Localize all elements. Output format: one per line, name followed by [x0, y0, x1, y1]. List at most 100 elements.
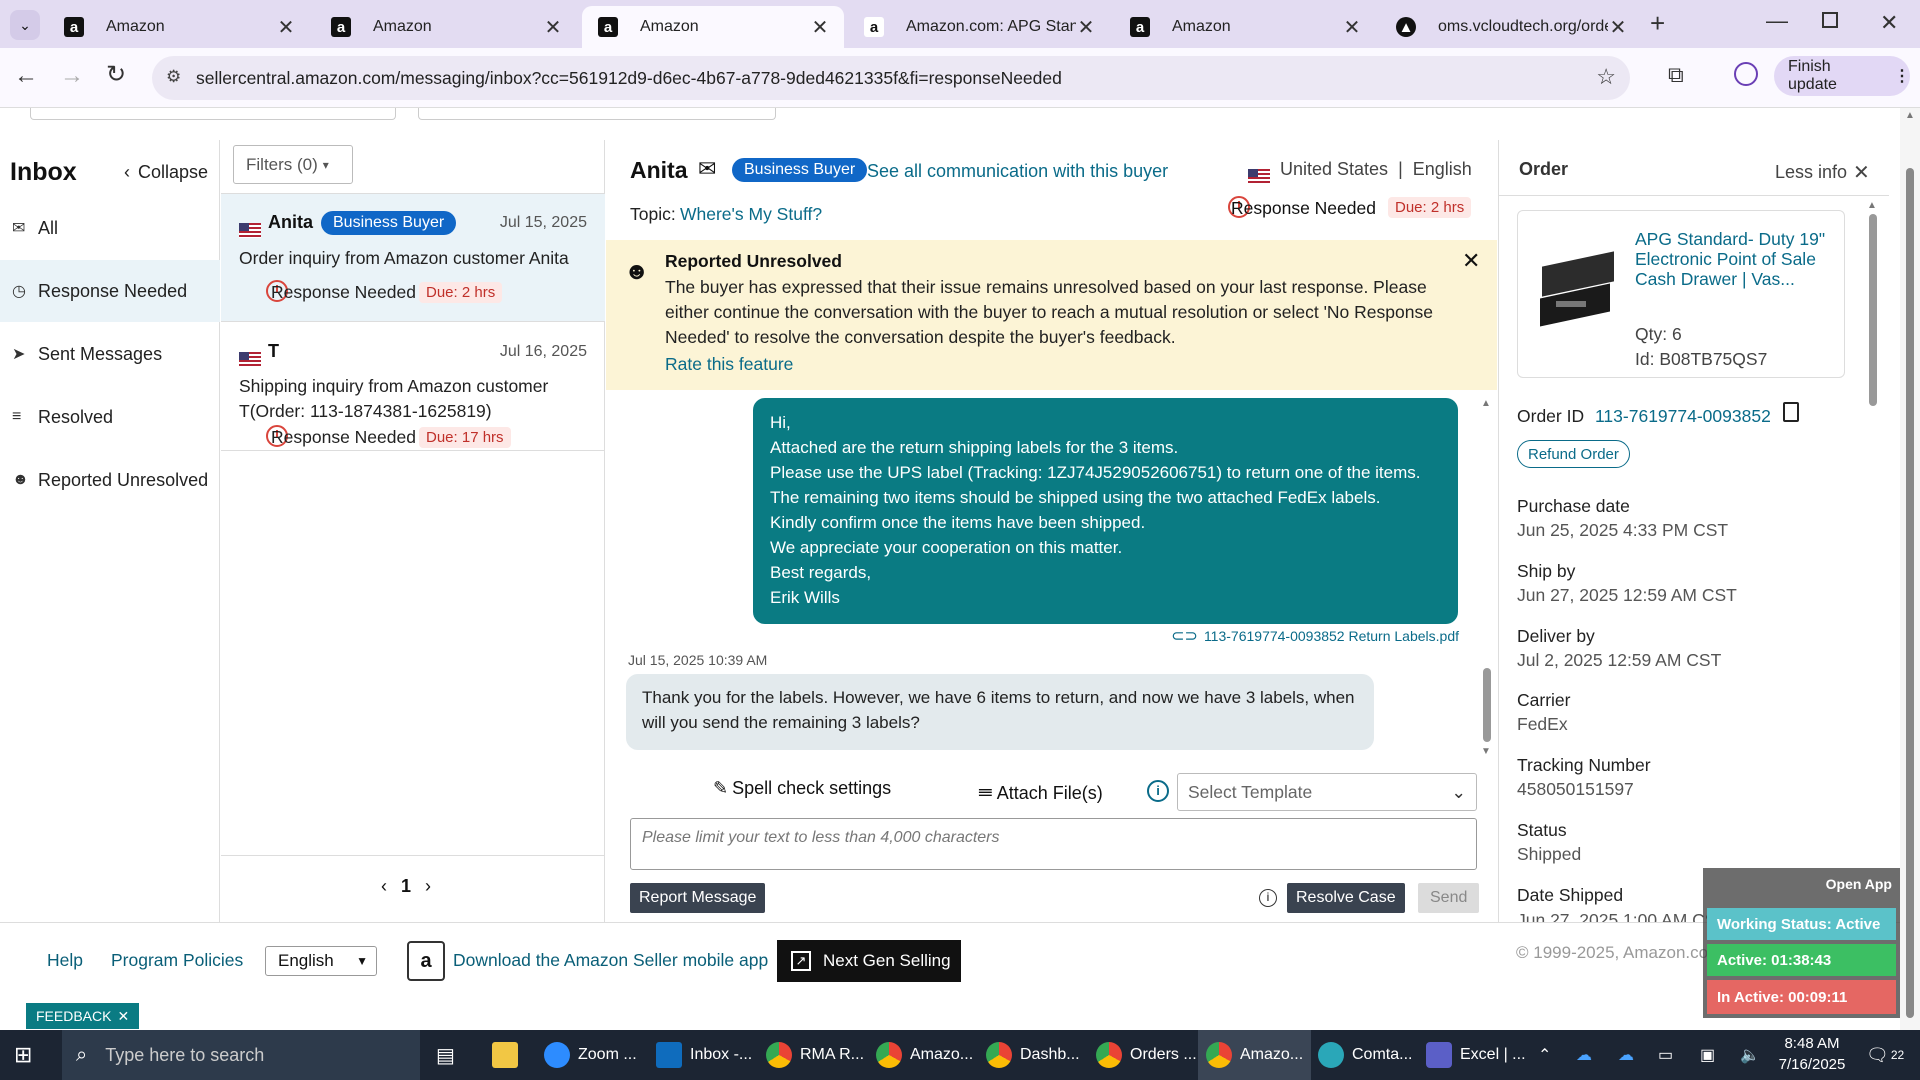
close-icon[interactable]: ✕	[1608, 15, 1628, 40]
scrollbar-thumb[interactable]	[1483, 668, 1491, 742]
taskbar-app[interactable]: Comta...	[1318, 1030, 1412, 1080]
browser-tab-active[interactable]: a Amazon ✕	[582, 6, 844, 48]
browser-tab[interactable]: a Amazon ✕	[1114, 6, 1376, 48]
tracking-number-label: Tracking Number	[1517, 755, 1651, 775]
sidebar-item-resolved[interactable]: ≡ Resolved	[0, 386, 220, 448]
program-policies-link[interactable]: Program Policies	[111, 950, 243, 971]
filters-button[interactable]: Filters (0) ▾	[233, 145, 353, 184]
browser-tab[interactable]: a Amazon.com: APG Standar ✕	[848, 6, 1110, 48]
feedback-button[interactable]: FEEDBACK ✕	[26, 1003, 140, 1029]
browser-tab[interactable]: ▲ oms.vcloudtech.org/order ✕	[1380, 6, 1642, 48]
sidebar-item-response-needed[interactable]: ◷ Response Needed	[0, 260, 220, 322]
taskbar-app[interactable]: Dashb...	[986, 1030, 1080, 1080]
sidebar-item-all[interactable]: ✉ All	[0, 197, 220, 259]
taskbar-app[interactable]: Orders ...	[1096, 1030, 1197, 1080]
resolve-case-button[interactable]: Resolve Case	[1287, 883, 1405, 913]
back-button[interactable]: ←	[14, 62, 38, 90]
download-app-link[interactable]: Download the Amazon Seller mobile app	[453, 950, 768, 971]
prev-page-button[interactable]: ‹	[381, 876, 387, 897]
order-header: Order	[1519, 159, 1569, 179]
forward-button[interactable]: →	[60, 62, 84, 90]
topic-link[interactable]: Where's My Stuff?	[680, 204, 822, 225]
mail-icon[interactable]: ✉	[698, 156, 716, 182]
next-gen-selling-button[interactable]: ↗ Next Gen Selling	[777, 940, 961, 982]
conversation-list: Filters (0) ▾ Anita Business Buyer Jul 15…	[221, 140, 605, 922]
network-icon[interactable]: ▣	[1700, 1030, 1715, 1080]
taskbar-app[interactable]: Amazo...	[876, 1030, 973, 1080]
attachment-link[interactable]: ⊂⊃ 113-7619774-0093852 Return Labels.pdf	[1171, 626, 1459, 646]
new-tab-button[interactable]: +	[1650, 8, 1665, 39]
scrollbar-thumb[interactable]	[1906, 168, 1914, 1018]
help-link[interactable]: Help	[47, 950, 83, 971]
info-icon[interactable]: i	[1147, 780, 1169, 802]
taskbar-app[interactable]: RMA R...	[766, 1030, 864, 1080]
rate-feature-link[interactable]: Rate this feature	[665, 354, 793, 375]
message-scrollbar[interactable]: ▲ ▼	[1481, 398, 1493, 758]
windows-start-icon[interactable]: ⊞	[14, 1030, 46, 1080]
taskbar-app[interactable]: Excel | ...	[1426, 1030, 1526, 1080]
open-app-button[interactable]: Open App	[1826, 876, 1892, 892]
info-icon[interactable]: i	[1259, 889, 1277, 907]
close-icon[interactable]: ✕	[276, 15, 296, 40]
restore-button[interactable]	[1822, 12, 1838, 28]
reload-button[interactable]: ↻	[106, 60, 126, 89]
send-button[interactable]: Send	[1418, 883, 1480, 913]
select-template-dropdown[interactable]: Select Template ⌄	[1177, 773, 1477, 811]
taskbar-search[interactable]: ⌕ Type here to search	[62, 1030, 420, 1080]
profile-icon[interactable]	[1734, 62, 1758, 86]
seller-app-icon[interactable]: a	[407, 941, 445, 981]
close-icon[interactable]: ✕	[1342, 15, 1362, 40]
volume-icon[interactable]: 🔈	[1740, 1030, 1760, 1080]
attach-files-button[interactable]: 𝍢 Attach File(s)	[978, 778, 1103, 808]
close-icon: ✕	[1853, 162, 1870, 184]
spell-check-button[interactable]: ✎ Spell check settings	[713, 778, 891, 799]
onedrive-icon[interactable]: ☁	[1576, 1030, 1592, 1080]
onedrive-icon[interactable]: ☁	[1618, 1030, 1634, 1080]
taskbar-clock[interactable]: 8:48 AM 7/16/2025	[1776, 1033, 1848, 1075]
taskbar-app[interactable]: Zoom ...	[544, 1030, 637, 1080]
sidebar-item-reported-unresolved[interactable]: ☻ Reported Unresolved	[0, 449, 220, 511]
extensions-icon[interactable]: ⧉	[1668, 62, 1684, 88]
site-info-icon[interactable]: ⚙	[166, 67, 181, 87]
page-scrollbar[interactable]: ▲	[1900, 108, 1920, 1030]
product-title-link[interactable]: APG Standard- Duty 19" Electronic Point …	[1635, 229, 1835, 289]
see-all-communication-link[interactable]: See all communication with this buyer	[867, 161, 1168, 182]
spell-check-label: Spell check settings	[732, 778, 892, 798]
close-icon[interactable]: ✕	[810, 15, 830, 40]
battery-icon[interactable]: ▭	[1658, 1030, 1673, 1080]
finish-update-button[interactable]: Finish update ⋮	[1774, 56, 1910, 96]
tab-search-icon[interactable]: ⌄	[10, 10, 40, 40]
browser-tab[interactable]: a Amazon ✕	[48, 6, 310, 48]
banner-body: The buyer has expressed that their issue…	[665, 277, 1433, 347]
message-input[interactable]: Please limit your text to less than 4,00…	[630, 818, 1477, 870]
taskbar-app[interactable]: Inbox -...	[656, 1030, 752, 1080]
url-field[interactable]: ⚙ sellercentral.amazon.com/messaging/inb…	[152, 56, 1630, 100]
refund-order-button[interactable]: Refund Order	[1517, 440, 1630, 468]
window-close-button[interactable]: ✕	[1880, 10, 1898, 36]
chevron-up-icon[interactable]: ⌃	[1538, 1030, 1551, 1080]
taskbar-app-active[interactable]: Amazo...	[1198, 1030, 1312, 1080]
less-info-button[interactable]: Less info ✕	[1775, 160, 1870, 185]
conversation-item[interactable]: Anita Business Buyer Jul 15, 2025 Order …	[221, 194, 605, 322]
browser-tab[interactable]: a Amazon ✕	[315, 6, 577, 48]
close-icon[interactable]: ✕	[117, 1008, 129, 1025]
language-select[interactable]: English ▼	[265, 946, 377, 976]
close-icon[interactable]: ✕	[543, 15, 563, 40]
next-page-button[interactable]: ›	[425, 876, 431, 897]
minimize-button[interactable]: —	[1766, 8, 1788, 34]
close-icon[interactable]: ✕	[1462, 248, 1480, 274]
report-message-button[interactable]: Report Message	[630, 883, 766, 913]
bookmark-star-icon[interactable]: ☆	[1596, 64, 1616, 90]
order-scrollbar[interactable]: ▲	[1867, 200, 1879, 420]
conversation-item[interactable]: T Jul 16, 2025 Shipping inquiry from Ama…	[221, 323, 605, 451]
teams-icon	[1426, 1042, 1452, 1068]
close-icon[interactable]: ✕	[1076, 15, 1096, 40]
sidebar-item-sent-messages[interactable]: ➤ Sent Messages	[0, 323, 220, 385]
task-view-icon[interactable]: ▤	[436, 1030, 455, 1080]
notifications-icon[interactable]: 🗨 22	[1866, 1030, 1904, 1080]
copy-icon[interactable]	[1783, 402, 1799, 422]
file-explorer-icon[interactable]	[492, 1030, 526, 1080]
scrollbar-thumb[interactable]	[1869, 214, 1877, 406]
collapse-button[interactable]: ‹ Collapse	[124, 162, 208, 183]
order-id-link[interactable]: 113-7619774-0093852	[1595, 406, 1771, 427]
